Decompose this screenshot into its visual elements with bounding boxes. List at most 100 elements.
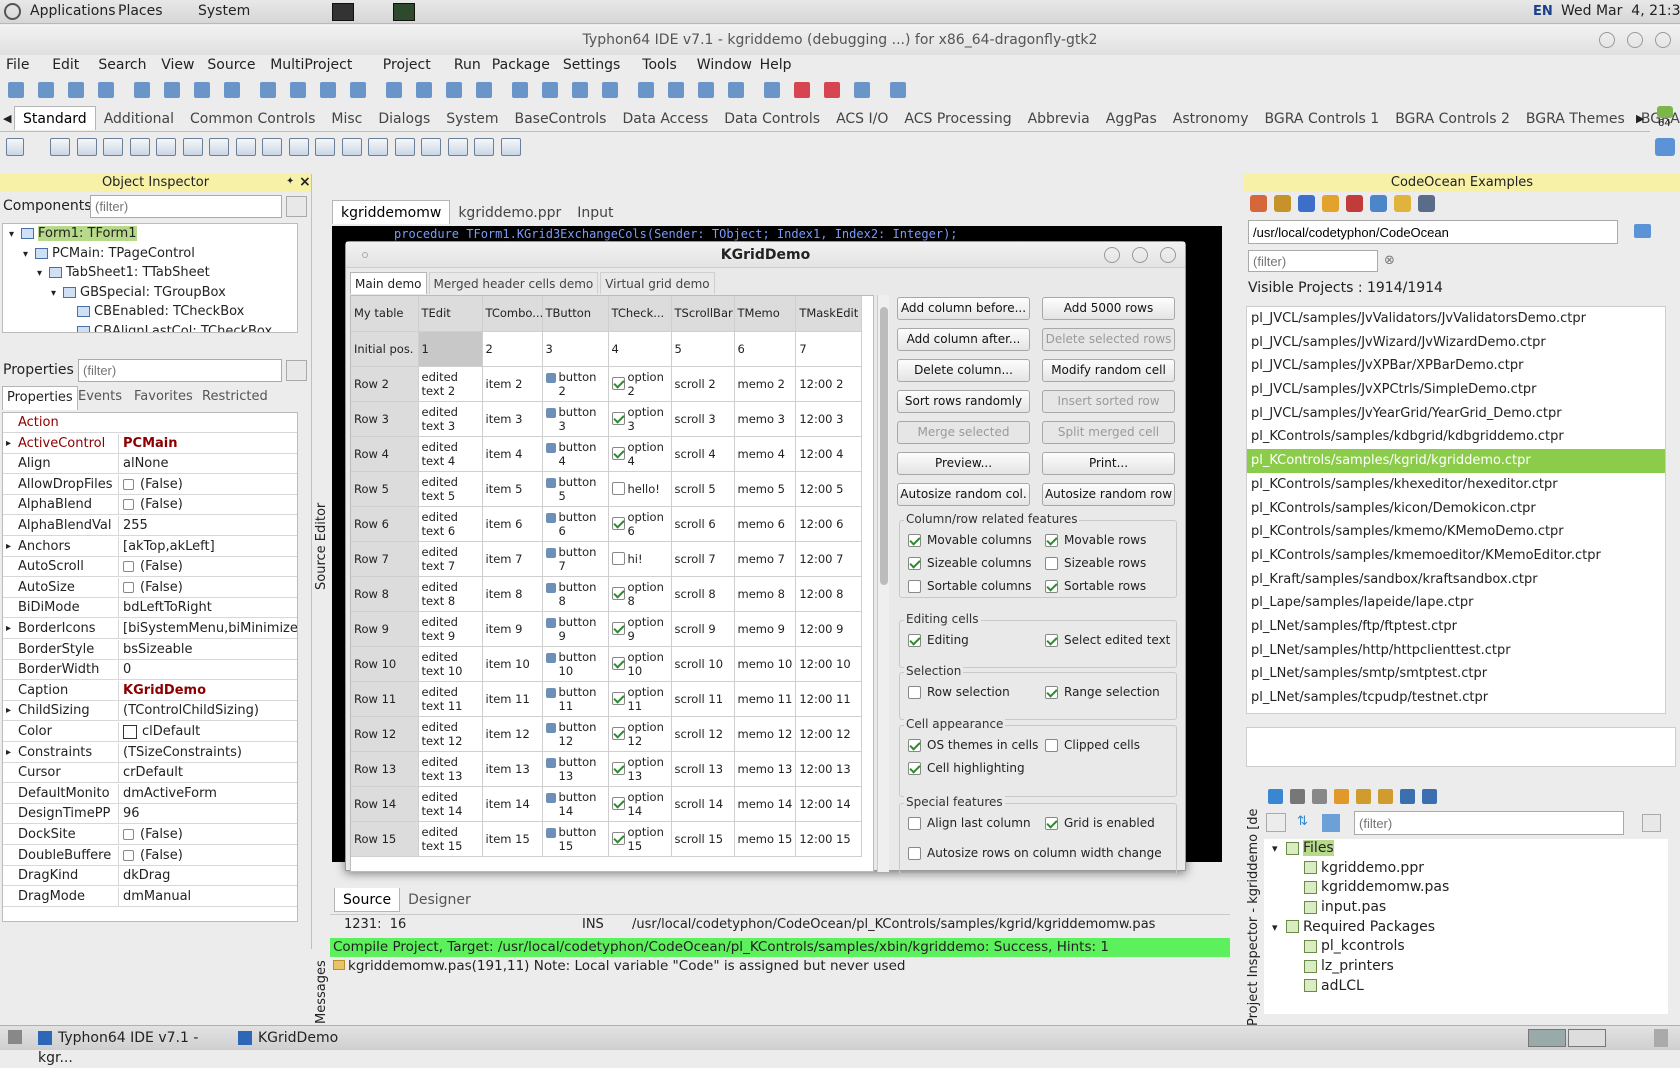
dialog-button[interactable]: Delete column... <box>897 359 1030 382</box>
grid-checkbox[interactable] <box>611 587 625 600</box>
radio-group-icon[interactable] <box>394 138 415 156</box>
grid-cell[interactable]: 5 <box>671 331 735 367</box>
tree-icon[interactable] <box>1346 195 1363 212</box>
grid-checkbox[interactable] <box>611 412 625 425</box>
project-list-item[interactable]: pl_JVCL/samples/JvYearGrid/YearGrid_Demo… <box>1247 402 1665 426</box>
grid-button-cell[interactable]: button 9 <box>542 611 609 647</box>
find-next-icon[interactable] <box>224 82 240 98</box>
grid-checkbox[interactable] <box>611 377 625 390</box>
tree-item[interactable]: ▾ PCMain: TPageControl <box>3 244 297 264</box>
expand-icon[interactable]: ▸ <box>6 619 11 639</box>
palette-tab-common-controls[interactable]: Common Controls <box>182 107 323 131</box>
grid-edit-cell[interactable]: edited text 3 <box>418 401 483 437</box>
grid-mask-cell[interactable]: 12:00 15 <box>795 821 863 857</box>
grid-cell[interactable]: 6 <box>734 331 797 367</box>
property-value[interactable]: (False) <box>118 495 297 516</box>
grid-checkbox[interactable] <box>611 482 625 496</box>
project-tree-item[interactable]: ▾ Required Packages <box>1264 918 1668 938</box>
grid-row-header[interactable]: Row 12 <box>351 716 419 752</box>
option-checkbox[interactable]: Autosize rows on column width change <box>908 846 1162 860</box>
components-filter-input[interactable] <box>90 195 282 218</box>
property-value[interactable]: alNone <box>118 454 297 475</box>
grid-mask-cell[interactable]: 12:00 3 <box>795 401 863 437</box>
list-icon[interactable] <box>1370 195 1387 212</box>
grid-scroll-cell[interactable]: scroll 13 <box>671 751 735 787</box>
project-list-item[interactable]: pl_JVCL/samples/JvWizard/JvWizardDemo.ct… <box>1247 331 1665 355</box>
grid-button-cell[interactable]: button 3 <box>542 401 609 437</box>
project-list-item[interactable]: pl_KControls/samples/kmemoeditor/KMemoEd… <box>1247 544 1665 568</box>
gnome-logo-icon[interactable] <box>4 3 21 20</box>
grid-combo-cell[interactable]: item 15 <box>482 821 543 857</box>
project-list-item[interactable]: pl_JVCL/samples/JvValidators/JvValidator… <box>1247 307 1665 331</box>
grid-checkbox[interactable] <box>611 447 625 460</box>
palette-tab-data-controls[interactable]: Data Controls <box>716 107 828 131</box>
palette-tab-data-access[interactable]: Data Access <box>614 107 716 131</box>
action-list-icon[interactable] <box>500 138 521 156</box>
grid-button-cell[interactable]: button 15 <box>542 821 609 857</box>
grid-button-cell[interactable]: button 7 <box>542 541 609 577</box>
grid-scroll-cell[interactable]: scroll 12 <box>671 716 735 752</box>
option-checkbox[interactable]: Sizeable columns <box>908 556 1032 570</box>
tree-item[interactable]: ▾ Form1: TForm1 <box>3 224 297 244</box>
open-icon[interactable] <box>68 82 84 98</box>
menu-help[interactable]: Help <box>760 57 792 73</box>
options-icon[interactable] <box>416 82 432 98</box>
tree-item[interactable]: CBAlignLastCol: TCheckBox <box>3 322 297 332</box>
dropdown-icon[interactable] <box>1290 789 1305 804</box>
dialog-button[interactable]: Split merged cell <box>1042 421 1175 444</box>
grid-check-cell[interactable]: option 9 <box>608 611 672 647</box>
oi-tab-properties[interactable]: Properties <box>2 386 78 410</box>
inspect-icon[interactable] <box>1400 789 1415 804</box>
system-monitor-icon[interactable] <box>393 3 415 21</box>
grid-combo-cell[interactable]: item 5 <box>482 471 543 507</box>
grid-cell[interactable]: 3 <box>542 331 609 367</box>
group-box-icon[interactable] <box>368 138 388 156</box>
build-all-icon[interactable] <box>572 82 588 98</box>
grid-button-cell[interactable]: button 13 <box>542 751 609 787</box>
property-row[interactable]: ▸ ActiveControl PCMain <box>3 433 297 454</box>
grid-button-cell[interactable]: button 8 <box>542 576 609 612</box>
grid-button-cell[interactable]: button 14 <box>542 786 609 822</box>
grid-mask-cell[interactable]: 12:00 9 <box>795 611 863 647</box>
grid-row-header[interactable]: Row 14 <box>351 786 419 822</box>
property-value[interactable]: bsSizeable <box>118 639 297 660</box>
checkgroup-icon[interactable] <box>421 138 441 156</box>
grid-checkbox[interactable] <box>611 762 625 775</box>
property-value[interactable]: 255 <box>118 516 297 536</box>
grid-check-cell[interactable]: option 3 <box>608 401 672 437</box>
option-checkbox[interactable]: Select edited text <box>1045 633 1170 647</box>
checkbox[interactable] <box>908 686 921 699</box>
view-units-icon[interactable] <box>446 82 462 98</box>
palette-down-arrow-icon[interactable] <box>1655 138 1675 156</box>
grid-memo-cell[interactable]: memo 14 <box>734 786 797 822</box>
expand-icon[interactable]: ▾ <box>1272 918 1286 938</box>
grid-memo-cell[interactable]: memo 5 <box>734 471 797 507</box>
folder-browse-icon[interactable] <box>1634 224 1651 238</box>
checkbox[interactable] <box>1045 817 1058 830</box>
editor-tab[interactable]: kgriddemo.ppr <box>450 201 569 225</box>
palette-tab-acs-i-o[interactable]: ACS I/O <box>828 107 896 131</box>
menu-window[interactable]: Window <box>697 57 752 73</box>
checkbox[interactable] <box>1045 739 1058 752</box>
grid-button-cell[interactable]: button 5 <box>542 471 609 507</box>
checkbox[interactable] <box>908 557 921 570</box>
new-unit-icon[interactable] <box>8 82 24 98</box>
grid-row-header[interactable]: Row 6 <box>351 506 419 542</box>
grid-checkbox[interactable] <box>611 657 625 670</box>
palette-tab-astronomy[interactable]: Astronomy <box>1165 107 1257 131</box>
menu-run[interactable]: Run <box>454 57 481 73</box>
menu-settings[interactable]: Settings <box>563 57 620 73</box>
menu-search[interactable]: Search <box>98 57 146 73</box>
grid-check-cell[interactable]: option 15 <box>608 821 672 857</box>
grid-edit-cell[interactable]: edited text 6 <box>418 506 483 542</box>
grid-memo-cell[interactable]: memo 13 <box>734 751 797 787</box>
grid-button-cell[interactable]: button 2 <box>542 366 609 402</box>
grid-mask-cell[interactable]: 12:00 4 <box>795 436 863 472</box>
grid-combo-cell[interactable]: item 13 <box>482 751 543 787</box>
menu-project[interactable]: Project <box>383 57 431 73</box>
grid-scroll-cell[interactable]: scroll 15 <box>671 821 735 857</box>
property-value[interactable]: dmActiveForm <box>118 783 297 804</box>
checkbox[interactable] <box>1045 580 1058 593</box>
palette-tab-bgra-controls-2[interactable]: BGRA Controls 2 <box>1387 107 1518 131</box>
palette-scroll-left-icon[interactable]: ◀ <box>3 112 11 125</box>
